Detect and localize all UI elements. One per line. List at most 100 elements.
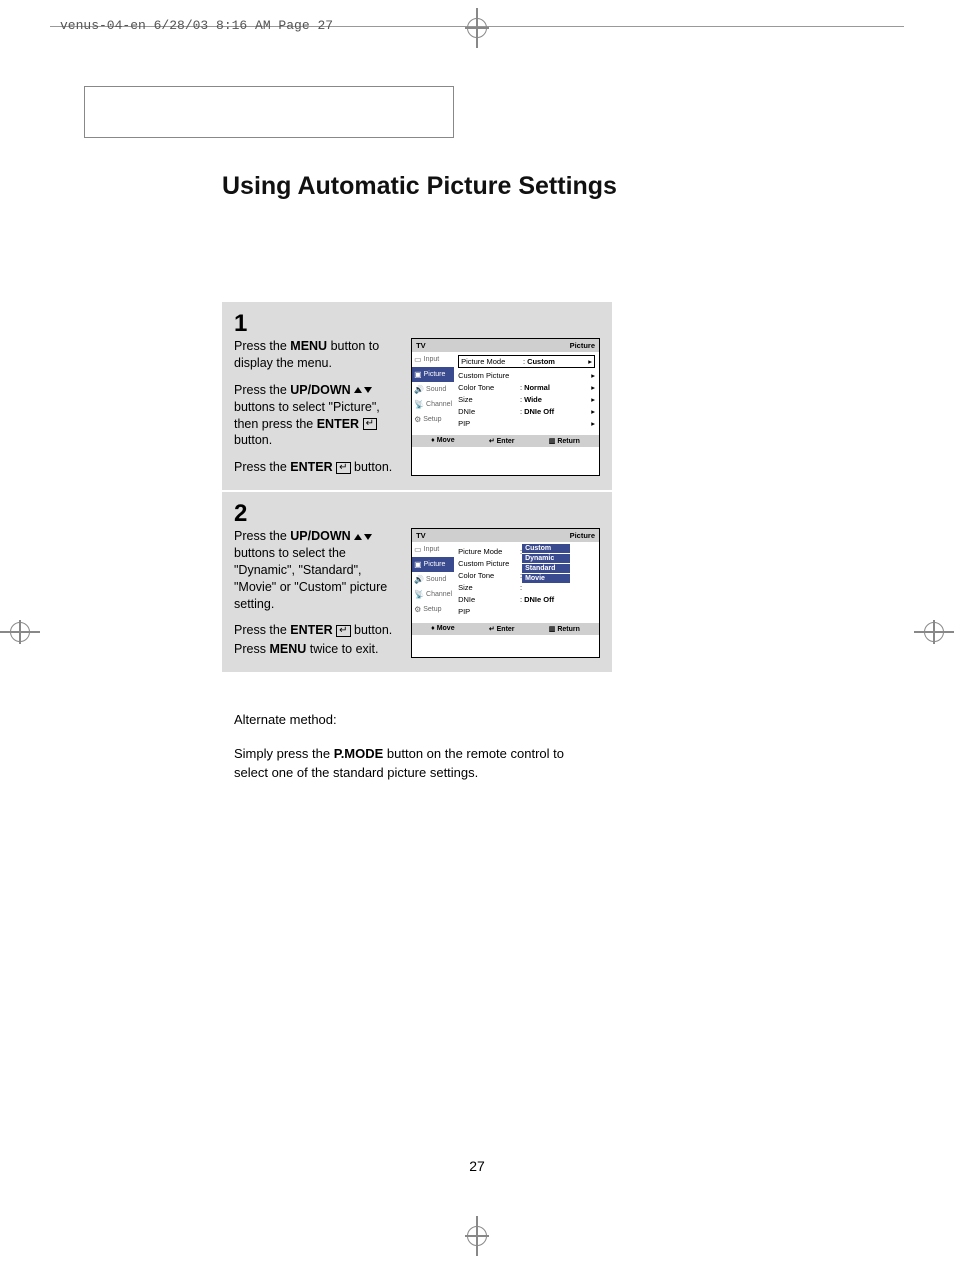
sidebar-item-input: ▭Input — [412, 352, 454, 367]
pmode-label: P.MODE — [334, 746, 384, 761]
text: Press the — [234, 529, 290, 543]
osd-value: Normal — [524, 383, 587, 392]
text: Simply press the — [234, 746, 334, 761]
step-1-text: Press the MENU button to display the men… — [234, 338, 401, 476]
channel-icon: 📡 — [414, 590, 424, 599]
step-1-block: 1 Press the MENU button to display the m… — [222, 302, 612, 490]
osd-label: Picture Mode — [461, 357, 521, 366]
enter-icon: ↵ — [336, 462, 350, 474]
dropdown-option: Standard — [522, 564, 570, 573]
crop-mark-bottom — [457, 1216, 497, 1256]
osd-row: DNIe: DNIe Off — [458, 593, 595, 605]
enter-icon: ↵ — [363, 418, 377, 430]
updown-label: UP/DOWN — [290, 529, 350, 543]
osd-main-panel: Picture Mode: Custom Picture Color Tone:… — [454, 542, 599, 623]
up-arrow-icon — [354, 387, 362, 393]
enter-label: ENTER — [290, 460, 332, 474]
osd-section-label: Picture — [570, 341, 595, 350]
osd-label: Size — [458, 395, 518, 404]
text: buttons to select the "Dynamic", "Standa… — [234, 546, 387, 611]
osd-row: PIP ▸ — [458, 417, 595, 429]
sidebar-item-sound: 🔊Sound — [412, 572, 454, 587]
chevron-right-icon: ▸ — [587, 371, 595, 380]
osd-sidebar: ▭Input ▣Picture 🔊Sound 📡Channel ⚙Setup — [412, 542, 454, 623]
input-icon: ▭ — [414, 355, 422, 364]
text: button. — [354, 623, 392, 637]
osd-row: Color Tone : Normal ▸ — [458, 381, 595, 393]
enter-label: ENTER — [290, 623, 332, 637]
blank-header-box — [84, 86, 454, 138]
osd-label: PIP — [458, 419, 518, 428]
sidebar-item-sound: 🔊Sound — [412, 382, 454, 397]
osd-label: Custom Picture — [458, 559, 518, 568]
osd-footer: ♦ Move ↵ Enter ▥ Return — [412, 435, 599, 447]
osd-label: DNIe — [458, 407, 518, 416]
footer-enter: ↵ Enter — [489, 437, 515, 445]
osd-label: PIP — [458, 607, 518, 616]
text: Press the — [234, 623, 290, 637]
picture-mode-dropdown: Custom Dynamic Standard Movie — [522, 544, 570, 584]
osd-label: DNIe — [458, 595, 518, 604]
step-2-block: 2 Press the UP/DOWN buttons to select th… — [222, 492, 612, 672]
footer-move: ♦ Move — [431, 437, 454, 445]
sidebar-item-picture: ▣Picture — [412, 367, 454, 382]
setup-icon: ⚙ — [414, 415, 421, 424]
osd-label: Size — [458, 583, 518, 592]
updown-label: UP/DOWN — [290, 383, 350, 397]
setup-icon: ⚙ — [414, 605, 421, 614]
text: Press — [234, 642, 269, 656]
footer-return: ▥ Return — [549, 625, 580, 633]
crop-mark-left — [0, 612, 40, 652]
osd-label: Custom Picture — [458, 371, 518, 380]
print-header: venus-04-en 6/28/03 8:16 AM Page 27 — [60, 18, 333, 33]
dropdown-option: Dynamic — [522, 554, 570, 563]
sidebar-item-setup: ⚙Setup — [412, 602, 454, 617]
osd-value: Custom — [527, 357, 584, 366]
osd-tv-label: TV — [416, 341, 426, 350]
page-number: 27 — [469, 1158, 485, 1174]
enter-icon: ↵ — [336, 625, 350, 637]
dropdown-option: Movie — [522, 574, 570, 583]
osd-screenshot-1: TV Picture ▭Input ▣Picture 🔊Sound 📡Chann… — [411, 338, 600, 476]
chevron-right-icon: ▸ — [587, 407, 595, 416]
crop-mark-top — [457, 8, 497, 48]
input-icon: ▭ — [414, 545, 422, 554]
page-title: Using Automatic Picture Settings — [222, 172, 617, 201]
footer-return: ▥ Return — [549, 437, 580, 445]
osd-section-label: Picture — [570, 531, 595, 540]
text: Press the — [234, 460, 290, 474]
sidebar-item-input: ▭Input — [412, 542, 454, 557]
footer-enter: ↵ Enter — [489, 625, 515, 633]
down-arrow-icon — [364, 387, 372, 393]
menu-label: MENU — [269, 642, 306, 656]
osd-row: Picture Mode : Custom ▸ — [458, 355, 595, 368]
up-arrow-icon — [354, 534, 362, 540]
step-1-number: 1 — [234, 312, 600, 336]
step-2-number: 2 — [234, 502, 600, 526]
menu-label: MENU — [290, 339, 327, 353]
alternate-body: Simply press the P.MODE button on the re… — [234, 744, 600, 783]
osd-row: Size : Wide ▸ — [458, 393, 595, 405]
text: Press the — [234, 339, 290, 353]
osd-footer: ♦ Move ↵ Enter ▥ Return — [412, 623, 599, 635]
osd-row: DNIe : DNIe Off ▸ — [458, 405, 595, 417]
step-2-text: Press the UP/DOWN buttons to select the … — [234, 528, 401, 658]
osd-label: Color Tone — [458, 383, 518, 392]
down-arrow-icon — [364, 534, 372, 540]
text: button. — [234, 433, 272, 447]
sidebar-item-picture: ▣Picture — [412, 557, 454, 572]
osd-screenshot-2: TV Picture ▭Input ▣Picture 🔊Sound 📡Chann… — [411, 528, 600, 658]
osd-main-panel: Picture Mode : Custom ▸ Custom Picture ▸… — [454, 352, 599, 435]
sidebar-item-setup: ⚙Setup — [412, 412, 454, 427]
osd-row: PIP — [458, 605, 595, 617]
text: button. — [354, 460, 392, 474]
channel-icon: 📡 — [414, 400, 424, 409]
chevron-right-icon: ▸ — [587, 419, 595, 428]
alternate-method-block: Alternate method: Simply press the P.MOD… — [222, 700, 612, 797]
picture-icon: ▣ — [414, 370, 422, 379]
chevron-right-icon: ▸ — [584, 357, 592, 366]
footer-move: ♦ Move — [431, 625, 454, 633]
text: twice to exit. — [306, 642, 378, 656]
enter-label: ENTER — [317, 417, 359, 431]
osd-value: DNIe Off — [524, 595, 595, 604]
